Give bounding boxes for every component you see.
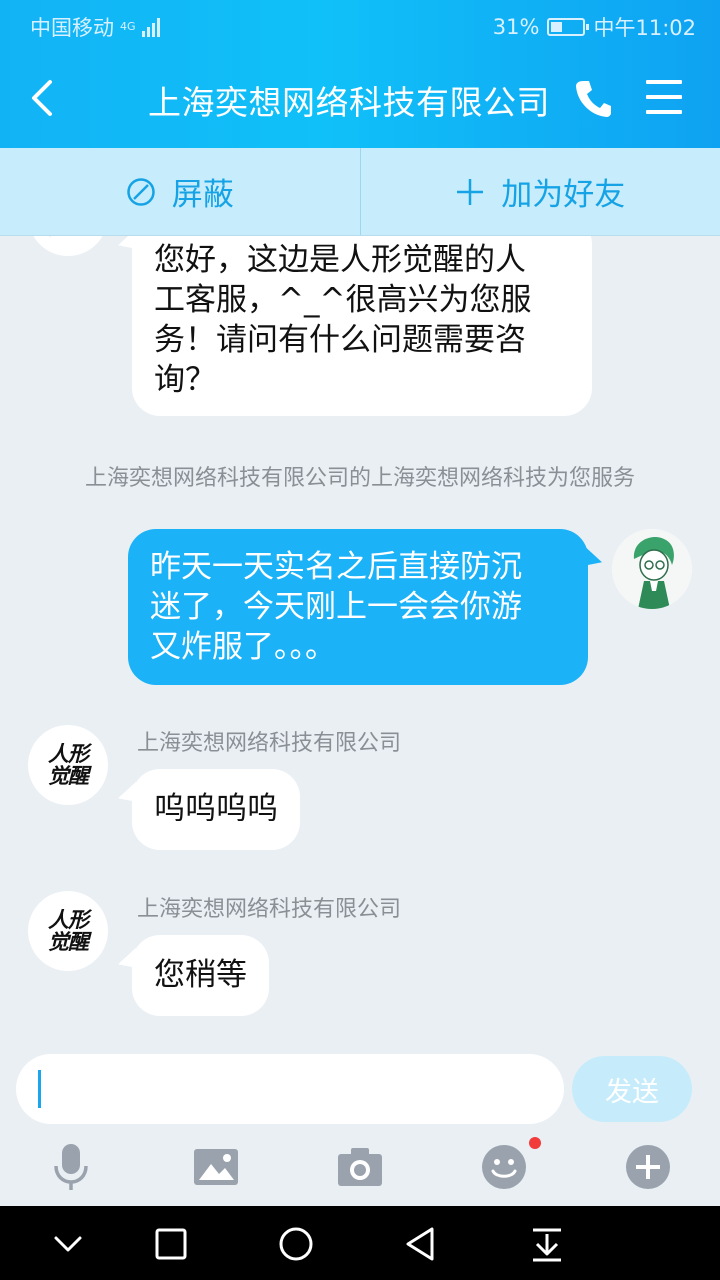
message-input[interactable]: [16, 1054, 564, 1124]
my-avatar[interactable]: [612, 529, 692, 609]
status-left: 中国移动 4G: [30, 12, 160, 42]
hide-keyboard-icon[interactable]: [48, 1224, 88, 1264]
avatar-logo-text: 人形: [48, 908, 89, 932]
avatar[interactable]: 人形 觉醒: [28, 725, 108, 805]
system-nav-bar: [0, 1206, 720, 1280]
chevron-left-icon[interactable]: [26, 76, 62, 120]
network-type-label: 4G: [120, 20, 136, 33]
message-line: 询？: [154, 362, 216, 398]
status-right: 31% 中午11:02: [493, 12, 696, 42]
composer: 发送: [0, 1048, 720, 1132]
back-icon[interactable]: [401, 1224, 441, 1264]
avatar-logo-text: 觉醒: [48, 930, 89, 954]
message-bubble-incoming[interactable]: 您稍等: [132, 935, 269, 1016]
status-bar: 中国移动 4G 31% 中午11:02: [0, 0, 720, 50]
header: 中国移动 4G 31% 中午11:02 上海奕想网络科技有限公司: [0, 0, 720, 148]
block-icon: [127, 177, 155, 206]
block-button-label: 屏蔽: [171, 177, 234, 213]
emoji-icon[interactable]: [479, 1142, 529, 1192]
carrier-label: 中国移动: [30, 16, 114, 40]
notification-badge: [529, 1137, 541, 1149]
block-button[interactable]: 屏蔽: [0, 148, 360, 235]
home-icon[interactable]: [276, 1224, 316, 1264]
message-line: 工客服，^_^很高兴为您服: [154, 282, 532, 318]
message-bubble-incoming[interactable]: 呜呜呜呜: [132, 769, 300, 850]
notification-pull-icon[interactable]: [527, 1224, 567, 1264]
battery-percent: 31%: [492, 15, 540, 39]
clock: 中午11:02: [593, 16, 696, 40]
anime-character-avatar-icon: [612, 529, 692, 609]
avatar[interactable]: 人形 觉醒: [28, 236, 108, 256]
sender-name: 上海奕想网络科技有限公司: [137, 897, 402, 922]
sender-name: 上海奕想网络科技有限公司: [137, 731, 402, 756]
avatar[interactable]: 人形 觉醒: [28, 891, 108, 971]
avatar-logo-text: 觉醒: [48, 764, 89, 788]
page-title: 上海奕想网络科技有限公司: [148, 83, 550, 122]
message-line: 务！请问有什么问题需要咨: [154, 322, 526, 358]
message-line: 又炸服了。。。: [150, 629, 336, 665]
plus-icon[interactable]: [623, 1142, 673, 1192]
battery-icon: [547, 18, 590, 36]
add-friend-button[interactable]: 加为好友: [359, 148, 720, 235]
add-friend-button-label: 加为好友: [501, 177, 626, 213]
system-message: 上海奕想网络科技有限公司的上海奕想网络科技为您服务: [84, 466, 635, 491]
recents-icon[interactable]: [151, 1224, 191, 1264]
message-line: 您好，这边是人形觉醒的人: [154, 242, 526, 278]
action-bar: 屏蔽 加为好友: [0, 148, 720, 236]
hamburger-menu-icon[interactable]: [646, 80, 682, 114]
message-line: 迷了，今天刚上一会会你游: [150, 589, 522, 625]
title-bar: 上海奕想网络科技有限公司: [0, 50, 720, 148]
microphone-icon[interactable]: [46, 1142, 96, 1192]
plus-icon: [457, 178, 484, 205]
send-button[interactable]: 发送: [572, 1056, 692, 1122]
camera-icon[interactable]: [335, 1142, 385, 1192]
phone-icon[interactable]: [574, 78, 612, 118]
composer-toolbar: [0, 1132, 720, 1206]
chat-area[interactable]: 人形 觉醒 您好，这边是人形觉醒的人 工客服，^_^很高兴为您服 务！请问有什么…: [0, 236, 720, 1048]
message-bubble-incoming[interactable]: 您好，这边是人形觉醒的人 工客服，^_^很高兴为您服 务！请问有什么问题需要咨 …: [132, 236, 592, 416]
avatar-logo-text: 人形: [48, 742, 89, 766]
avatar-logo-text: 觉醒: [48, 236, 89, 238]
message-line: 昨天一天实名之后直接防沉: [150, 549, 522, 585]
message-bubble-outgoing[interactable]: 昨天一天实名之后直接防沉 迷了，今天刚上一会会你游 又炸服了。。。: [128, 529, 588, 685]
image-icon[interactable]: [191, 1142, 241, 1192]
signal-icon: [141, 17, 160, 37]
text-caret: [38, 1070, 41, 1108]
